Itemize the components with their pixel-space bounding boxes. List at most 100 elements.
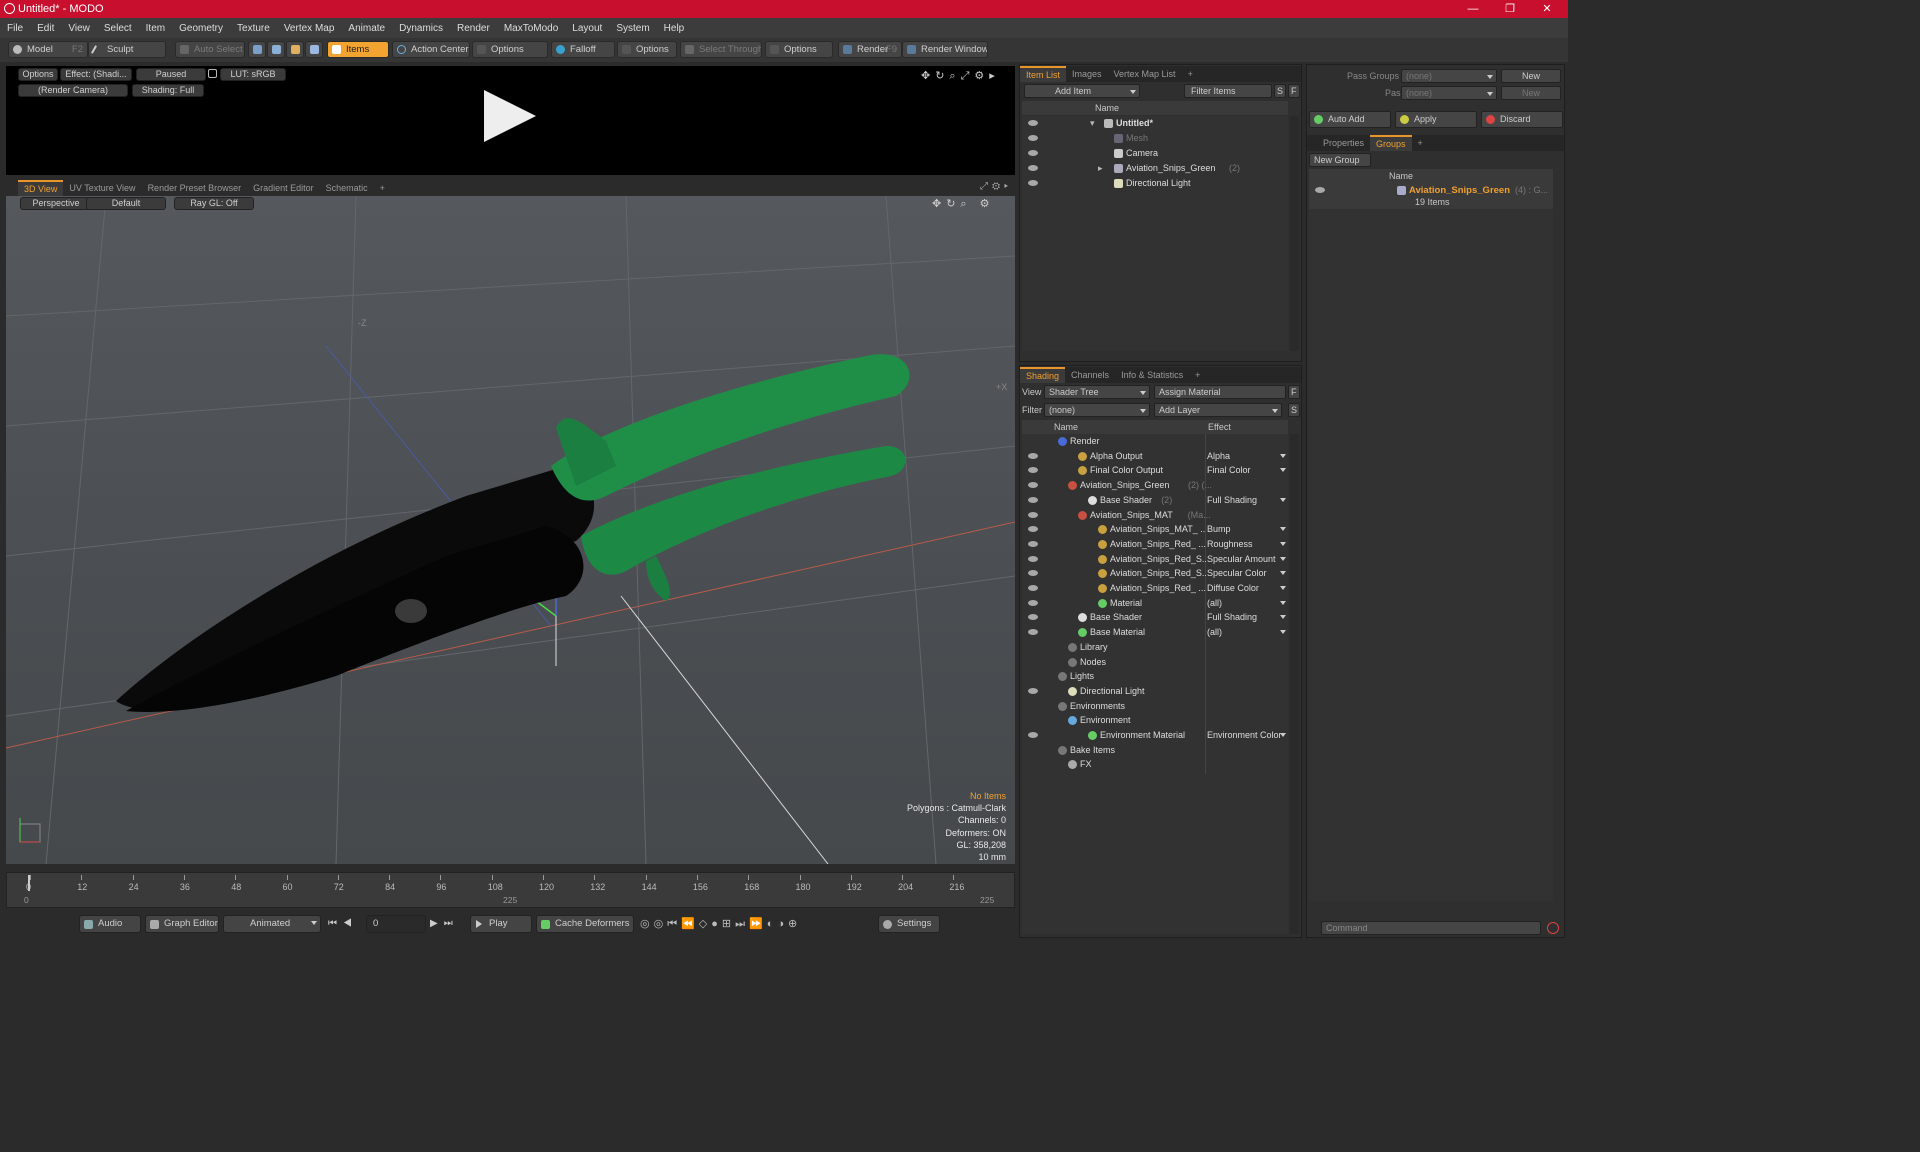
menu-file[interactable]: File bbox=[0, 23, 30, 34]
eye-icon[interactable] bbox=[1315, 187, 1325, 193]
shader-row[interactable]: Material (all) bbox=[1022, 596, 1288, 611]
tree-row-mesh[interactable]: Mesh bbox=[1022, 131, 1288, 146]
menu-view[interactable]: View bbox=[61, 23, 97, 34]
pass-groups-dropdown[interactable]: (none) bbox=[1401, 69, 1497, 83]
eye-icon[interactable] bbox=[1028, 629, 1038, 636]
effect-dropdown[interactable]: (all) bbox=[1207, 596, 1222, 611]
tab-item-list[interactable]: Item List bbox=[1020, 66, 1067, 82]
skip-next-icons[interactable]: ▶⏭ bbox=[430, 918, 459, 929]
new-group-button[interactable]: New Group bbox=[1309, 153, 1371, 167]
menu-maxtomodo[interactable]: MaxToModo bbox=[497, 23, 565, 34]
tab-properties[interactable]: Properties bbox=[1317, 135, 1370, 151]
add-item-dropdown[interactable]: Add Item bbox=[1024, 84, 1140, 98]
shading-dropdown[interactable]: Shading: Full bbox=[132, 84, 204, 97]
eye-icon[interactable] bbox=[1028, 150, 1038, 156]
action-center-button[interactable]: Action Center bbox=[392, 41, 470, 58]
raygl-dropdown[interactable]: Ray GL: Off bbox=[174, 197, 254, 210]
tab-schematic[interactable]: Schematic bbox=[320, 180, 374, 196]
add-tab-button[interactable]: + bbox=[374, 180, 391, 196]
eye-icon[interactable] bbox=[1028, 599, 1038, 606]
render-camera-dropdown[interactable]: (Render Camera) bbox=[18, 84, 128, 97]
shader-row[interactable]: Aviation_Snips_Green (2) (... bbox=[1022, 478, 1288, 493]
select-through-options-button[interactable]: Options bbox=[765, 41, 833, 58]
tab-images[interactable]: Images bbox=[1066, 66, 1108, 82]
render-window-button[interactable]: Render Window bbox=[902, 41, 988, 58]
preview-nav-icons[interactable]: ✥↻⌕⤢⚙▸ bbox=[921, 69, 1000, 83]
select-through-button[interactable]: Select Through bbox=[680, 41, 762, 58]
new-pass-button[interactable]: New bbox=[1501, 86, 1561, 100]
action-center-options-button[interactable]: Options bbox=[472, 41, 548, 58]
model-button[interactable]: Model F2 bbox=[8, 41, 88, 58]
menu-select[interactable]: Select bbox=[97, 23, 139, 34]
filter-dropdown[interactable]: (none) bbox=[1044, 403, 1150, 417]
menu-animate[interactable]: Animate bbox=[341, 23, 392, 34]
eye-icon[interactable] bbox=[1028, 585, 1038, 591]
falloff-options-button[interactable]: Options bbox=[617, 41, 677, 58]
animated-dropdown[interactable]: Animated bbox=[223, 915, 321, 933]
eye-icon[interactable] bbox=[1028, 180, 1038, 186]
maximize-button[interactable]: ❐ bbox=[1493, 0, 1527, 18]
eye-icon[interactable] bbox=[1028, 452, 1038, 459]
shader-row[interactable]: Aviation_Snips_Red_ ... Diffuse Color bbox=[1022, 581, 1288, 596]
eye-icon[interactable] bbox=[1028, 555, 1038, 562]
cache-deformers-button[interactable]: Cache Deformers bbox=[536, 915, 634, 933]
effect-dropdown[interactable]: Full Shading bbox=[1207, 610, 1257, 625]
effect-dropdown[interactable]: Specular Amount bbox=[1207, 552, 1276, 567]
passes-dropdown[interactable]: (none) bbox=[1401, 86, 1497, 100]
tree-row-scene[interactable]: ▾ Untitled* bbox=[1022, 116, 1288, 131]
apply-button[interactable]: Apply bbox=[1395, 111, 1477, 128]
minimize-button[interactable]: — bbox=[1456, 0, 1490, 18]
eye-icon[interactable] bbox=[1028, 526, 1038, 533]
tab-render-preset-browser[interactable]: Render Preset Browser bbox=[142, 180, 248, 196]
preview-paused-button[interactable]: Paused bbox=[136, 68, 206, 81]
close-button[interactable]: ✕ bbox=[1530, 0, 1564, 18]
command-history-icon[interactable] bbox=[1547, 922, 1559, 934]
group-row-snips[interactable]: Aviation_Snips_Green (4) : G... 19 Items bbox=[1309, 183, 1553, 209]
shader-tree[interactable]: Render Alpha Output Alpha Final Color Outpu… bbox=[1022, 434, 1288, 934]
shader-row[interactable]: Aviation_Snips_Red_S... Specular Amount bbox=[1022, 552, 1288, 567]
effect-dropdown[interactable]: Specular Color bbox=[1207, 566, 1267, 581]
tab-groups[interactable]: Groups bbox=[1370, 135, 1412, 151]
shader-row[interactable]: Base Shader Full Shading bbox=[1022, 610, 1288, 625]
menu-edit[interactable]: Edit bbox=[30, 23, 61, 34]
shader-row[interactable]: Environment Material Environment Color bbox=[1022, 728, 1288, 743]
frame-input[interactable]: 0 bbox=[366, 915, 426, 933]
menu-vertex-map[interactable]: Vertex Map bbox=[277, 23, 342, 34]
effect-dropdown[interactable]: Alpha bbox=[1207, 449, 1230, 464]
tab-uv-texture-view[interactable]: UV Texture View bbox=[63, 180, 141, 196]
3d-viewport[interactable]: -Z +X Perspective Default Ray GL: Off ✥↻… bbox=[6, 196, 1015, 864]
shader-row[interactable]: Nodes bbox=[1022, 655, 1288, 670]
tree-row-directional-light[interactable]: Directional Light bbox=[1022, 176, 1288, 191]
lut-dropdown[interactable]: LUT: sRGB bbox=[220, 68, 286, 81]
shader-row[interactable]: Bake Items bbox=[1022, 743, 1288, 758]
tab-3d-view[interactable]: 3D View bbox=[18, 180, 64, 196]
assign-material-button[interactable]: Assign Material bbox=[1154, 385, 1286, 399]
render-preview[interactable]: Options Effect: (Shadi... Paused LUT: sR… bbox=[6, 66, 1015, 175]
tab-info-statistics[interactable]: Info & Statistics bbox=[1115, 367, 1189, 383]
menu-layout[interactable]: Layout bbox=[565, 23, 609, 34]
perspective-dropdown[interactable]: Perspective bbox=[20, 197, 92, 210]
menu-item[interactable]: Item bbox=[139, 23, 172, 34]
item-list-tree[interactable]: ▾ Untitled* Mesh Camera ▸ Aviation_Snips_G… bbox=[1022, 116, 1288, 351]
viewport-nav-icons[interactable]: ✥↻⌕ ⚙ bbox=[932, 197, 995, 211]
item-list-scrollbar[interactable] bbox=[1290, 116, 1299, 351]
time-cursor[interactable] bbox=[28, 875, 30, 891]
sculpt-button[interactable]: Sculpt bbox=[88, 41, 166, 58]
discard-button[interactable]: Discard bbox=[1481, 111, 1563, 128]
eye-icon[interactable] bbox=[1028, 120, 1038, 126]
shader-row[interactable]: Environment bbox=[1022, 713, 1288, 728]
add-layer-dropdown[interactable]: Add Layer bbox=[1154, 403, 1282, 417]
eye-icon[interactable] bbox=[1028, 570, 1038, 577]
tree-row-camera[interactable]: Camera bbox=[1022, 146, 1288, 161]
tab-gradient-editor[interactable]: Gradient Editor bbox=[247, 180, 320, 196]
shader-row[interactable]: Directional Light bbox=[1022, 684, 1288, 699]
tree-row-snips-group[interactable]: ▸ Aviation_Snips_Green (2) bbox=[1022, 161, 1288, 176]
menu-geometry[interactable]: Geometry bbox=[172, 23, 230, 34]
falloff-button[interactable]: Falloff bbox=[551, 41, 615, 58]
shader-row[interactable]: Alpha Output Alpha bbox=[1022, 449, 1288, 464]
skip-prev-icons[interactable]: ⏮◀ bbox=[328, 918, 358, 929]
shading-f-button[interactable]: F bbox=[1288, 385, 1300, 399]
shader-row[interactable]: Aviation_Snips_MAT_ ... Bump bbox=[1022, 522, 1288, 537]
menu-texture[interactable]: Texture bbox=[230, 23, 277, 34]
menu-help[interactable]: Help bbox=[657, 23, 692, 34]
